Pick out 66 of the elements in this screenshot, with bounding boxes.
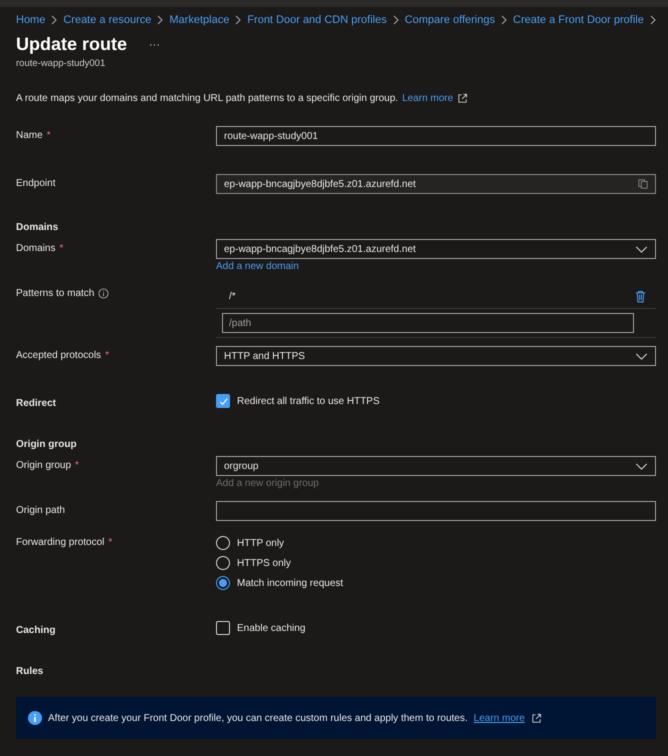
chevron-down-icon bbox=[635, 352, 648, 360]
page-subtitle: route-wapp-study001 bbox=[16, 58, 106, 69]
learn-more-link[interactable]: Learn more bbox=[402, 93, 454, 104]
radio-label: HTTPS only bbox=[237, 558, 291, 568]
info-icon bbox=[28, 711, 42, 725]
text-field[interactable]: route-wapp-study001 bbox=[216, 126, 656, 146]
banner-text: After you create your Front Door profile, you can create custom rules and apply them to routes. bbox=[48, 712, 468, 724]
chevron-right-icon bbox=[51, 15, 58, 25]
radio-button[interactable] bbox=[216, 576, 230, 590]
breadcrumb-link[interactable]: Front Door and CDN profiles bbox=[247, 14, 387, 26]
checkbox[interactable] bbox=[216, 621, 230, 635]
breadcrumb-link[interactable]: Create a resource bbox=[63, 14, 152, 26]
pattern-input[interactable]: /path bbox=[222, 313, 634, 333]
required-mark: * bbox=[59, 243, 64, 254]
page-title: Update route bbox=[16, 34, 128, 55]
chevron-right-icon bbox=[392, 15, 399, 25]
required-mark: * bbox=[75, 460, 79, 471]
chevron-down-icon bbox=[635, 246, 648, 252]
trash-icon[interactable] bbox=[635, 290, 646, 302]
field-label: Origin group bbox=[16, 460, 72, 471]
field-label: Endpoint bbox=[16, 178, 56, 189]
chevron-right-icon bbox=[650, 15, 656, 25]
breadcrumb-link[interactable]: Home bbox=[16, 14, 46, 26]
pattern-text: /* bbox=[229, 290, 236, 302]
description-text: A route maps your domains and matching URL path patterns to a specific origin group. bbox=[16, 93, 398, 104]
dropdown[interactable]: HTTP and HTTPS bbox=[216, 346, 656, 366]
field-label: Accepted protocols bbox=[16, 350, 102, 361]
section-heading: Origin group bbox=[16, 439, 77, 452]
checkmark-icon bbox=[218, 396, 228, 406]
field-label: Origin path bbox=[16, 505, 65, 516]
dropdown[interactable]: orgroup bbox=[216, 456, 656, 476]
required-mark: * bbox=[46, 130, 51, 141]
more-button[interactable]: ··· bbox=[145, 38, 164, 50]
checkbox-label: Enable caching bbox=[237, 622, 306, 634]
field-label: Domains bbox=[16, 243, 56, 254]
breadcrumb-link[interactable]: Compare offerings bbox=[404, 14, 495, 26]
checkbox[interactable] bbox=[216, 394, 230, 408]
breadcrumb-link[interactable]: Create a Front Door profile bbox=[513, 14, 644, 26]
field-label: Forwarding protocol bbox=[16, 537, 104, 548]
section-heading: Domains bbox=[16, 222, 58, 235]
external-link-icon bbox=[530, 712, 542, 724]
radio-button[interactable] bbox=[216, 556, 230, 570]
required-mark: * bbox=[108, 537, 112, 548]
external-link-icon bbox=[457, 93, 468, 104]
checkbox-label: Redirect all traffic to use HTTPS bbox=[237, 396, 380, 406]
text-field[interactable] bbox=[216, 501, 656, 521]
required-mark: * bbox=[105, 350, 109, 361]
field-label: Name bbox=[16, 130, 43, 141]
field-label: Redirect bbox=[16, 398, 56, 409]
field-label: Patterns to match bbox=[16, 288, 94, 299]
chevron-down-icon bbox=[635, 462, 648, 470]
chevron-right-icon bbox=[157, 15, 164, 25]
field-label: Caching bbox=[16, 625, 56, 636]
dropdown[interactable]: ep-wapp-bncagjbye8djbfe5.z01.azurefd.net bbox=[216, 239, 656, 259]
radio-label: Match incoming request bbox=[237, 578, 344, 588]
learn-more-link[interactable]: Learn more bbox=[474, 712, 525, 724]
info-icon[interactable] bbox=[98, 288, 110, 299]
add-link[interactable]: Add a new domain bbox=[216, 261, 656, 272]
chevron-right-icon bbox=[501, 15, 507, 25]
radio-label: HTTP only bbox=[237, 538, 284, 548]
radio-button[interactable] bbox=[216, 536, 230, 550]
section-heading: Rules bbox=[16, 666, 44, 679]
chevron-right-icon bbox=[235, 15, 242, 25]
breadcrumb-link[interactable]: Marketplace bbox=[169, 14, 230, 26]
copy-icon[interactable] bbox=[638, 179, 648, 189]
readonly-field[interactable]: ep-wapp-bncagjbye8djbfe5.z01.azurefd.net bbox=[216, 174, 656, 194]
